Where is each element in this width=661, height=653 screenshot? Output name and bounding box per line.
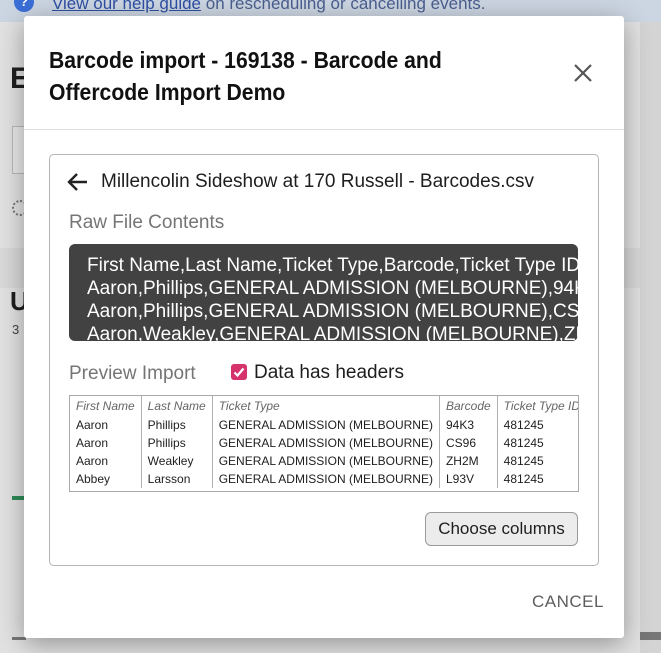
table-cell: CS96: [438, 434, 498, 452]
column-header: First Name: [76, 399, 135, 413]
table-cell: 481245: [496, 434, 578, 452]
section-sub-fragment: 3: [12, 322, 20, 337]
table-cell: 481245: [496, 470, 578, 488]
table-cell: Larsson: [140, 470, 213, 488]
column-header: Ticket Type ID: [496, 396, 578, 416]
table-cell: Phillips: [140, 434, 213, 452]
table-cell: 481245: [496, 452, 578, 470]
choose-columns-button[interactable]: Choose columns: [425, 512, 578, 546]
back-button[interactable]: [66, 171, 90, 193]
table-row: Aaron Weakley GENERAL ADMISSION (MELBOUR…: [70, 452, 578, 470]
info-icon: ?: [14, 0, 34, 12]
table-header-row: First Name Last Name Ticket Type Barcode…: [70, 396, 578, 416]
column-header: Ticket Type: [211, 396, 440, 416]
table-cell: Aaron: [76, 436, 109, 450]
table-cell: GENERAL ADMISSION (MELBOURNE): [211, 434, 440, 452]
close-icon: [574, 64, 592, 82]
file-card: Millencolin Sideshow at 170 Russell - Ba…: [49, 154, 599, 566]
column-header: Last Name: [140, 396, 213, 416]
raw-line: First Name,Last Name,Ticket Type,Barcode…: [87, 255, 578, 276]
background-divider-right: [640, 632, 661, 640]
background-edge: [640, 22, 661, 653]
dialog-title: Barcode import - 169138 - Barcode and Of…: [49, 47, 442, 105]
help-guide-link[interactable]: View our help guide: [52, 0, 201, 13]
table-row: Aaron Phillips GENERAL ADMISSION (MELBOU…: [70, 416, 578, 434]
raw-line: Aaron,Phillips,GENERAL ADMISSION (MELBOU…: [87, 301, 578, 322]
cancel-button[interactable]: CANCEL: [532, 592, 604, 612]
table-row: Abbey Larsson GENERAL ADMISSION (MELBOUR…: [70, 470, 578, 488]
table-cell: Abbey: [76, 472, 111, 486]
arrow-left-icon: [67, 173, 87, 191]
file-name: Millencolin Sideshow at 170 Russell - Ba…: [101, 171, 534, 192]
raw-file-contents-box[interactable]: First Name,Last Name,Ticket Type,Barcode…: [69, 244, 578, 341]
raw-file-contents-label: Raw File Contents: [69, 212, 225, 233]
checkmark-icon: [233, 367, 245, 378]
table-cell: Aaron: [76, 454, 109, 468]
raw-line: Aaron,Phillips,GENERAL ADMISSION (MELBOU…: [87, 278, 578, 299]
barcode-import-dialog: Barcode import - 169138 - Barcode and Of…: [24, 16, 624, 638]
banner-message: on rescheduling or cancelling events.: [205, 0, 486, 13]
table-cell: ZH2M: [438, 452, 498, 470]
data-has-headers-checkbox[interactable]: [231, 364, 247, 380]
raw-line: Aaron,Weakley,GENERAL ADMISSION (MELBOUR…: [87, 324, 578, 341]
close-button[interactable]: [570, 60, 596, 86]
table-cell: 94K3: [438, 416, 498, 434]
column-header: Barcode: [438, 396, 498, 416]
table-cell: L93V: [438, 470, 498, 488]
table-cell: GENERAL ADMISSION (MELBOURNE): [211, 452, 440, 470]
table-cell: Weakley: [140, 452, 213, 470]
banner-text: View our help guide on rescheduling or c…: [52, 0, 485, 14]
data-has-headers-label[interactable]: Data has headers: [254, 362, 404, 384]
dialog-divider: [24, 129, 624, 130]
table-cell: GENERAL ADMISSION (MELBOURNE): [211, 470, 440, 488]
preview-table[interactable]: First Name Last Name Ticket Type Barcode…: [69, 395, 579, 492]
table-cell: 481245: [496, 416, 578, 434]
preview-import-label: Preview Import: [69, 363, 196, 384]
table-row: Aaron Phillips GENERAL ADMISSION (MELBOU…: [70, 434, 578, 452]
table-cell: Aaron: [76, 418, 109, 432]
table-cell: GENERAL ADMISSION (MELBOURNE): [211, 416, 440, 434]
table-cell: Phillips: [140, 416, 213, 434]
background-divider: [12, 637, 26, 640]
